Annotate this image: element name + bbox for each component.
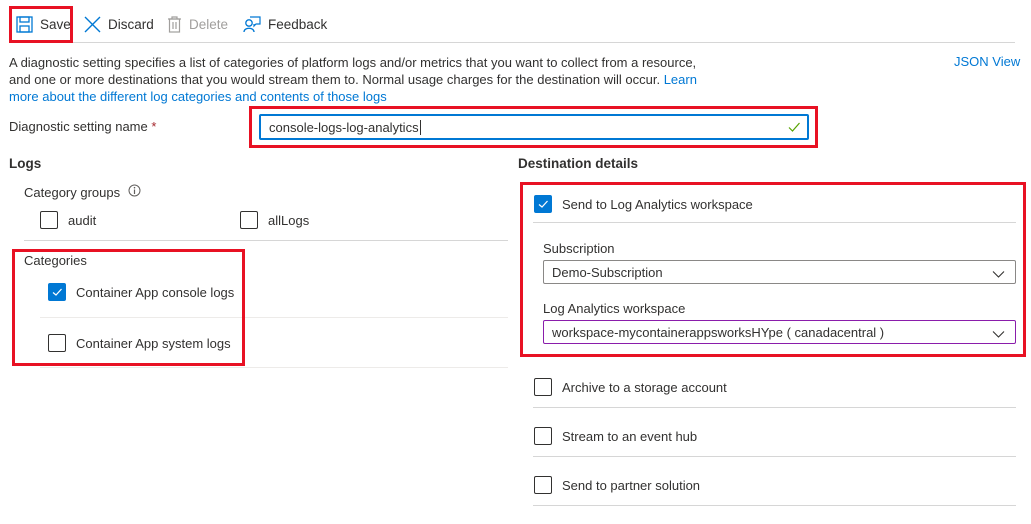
audit-checkbox[interactable] xyxy=(40,211,58,229)
save-button[interactable]: Save xyxy=(16,12,71,36)
required-marker: * xyxy=(151,119,157,134)
event-hub-divider xyxy=(533,456,1016,457)
category-system-logs[interactable]: Container App system logs xyxy=(48,334,231,352)
discard-button[interactable]: Discard xyxy=(84,12,154,36)
stream-event-hub[interactable]: Stream to an event hub xyxy=(534,427,697,445)
workspace-value: workspace-mycontainerappsworksHYpe ( can… xyxy=(552,324,885,340)
category-group-audit[interactable]: audit xyxy=(40,211,96,229)
event-hub-checkbox[interactable] xyxy=(534,427,552,445)
info-icon[interactable] xyxy=(128,184,141,200)
category-console-logs[interactable]: Container App console logs xyxy=(48,283,234,301)
logs-heading: Logs xyxy=(9,156,42,171)
category-groups-label: Category groups xyxy=(24,184,141,200)
send-partner-solution[interactable]: Send to partner solution xyxy=(534,476,700,494)
setting-name-label: Diagnostic setting name * xyxy=(9,119,156,134)
audit-label: audit xyxy=(68,212,97,228)
console-logs-checkbox[interactable] xyxy=(48,283,66,301)
checkmark-icon xyxy=(52,288,62,296)
workspace-label: Log Analytics workspace xyxy=(543,301,686,316)
text-caret xyxy=(419,119,421,135)
alllogs-label: allLogs xyxy=(268,212,310,228)
archive-storage-label: Archive to a storage account xyxy=(562,379,727,395)
category-divider-bottom xyxy=(40,367,508,368)
log-analytics-label: Send to Log Analytics workspace xyxy=(562,196,753,212)
feedback-label: Feedback xyxy=(268,16,328,32)
archive-storage[interactable]: Archive to a storage account xyxy=(534,378,727,396)
checkmark-icon xyxy=(538,200,548,208)
subscription-dropdown[interactable]: Demo-Subscription xyxy=(543,260,1016,284)
send-log-analytics[interactable]: Send to Log Analytics workspace xyxy=(534,195,753,213)
logs-divider xyxy=(24,240,508,241)
description-text: A diagnostic setting specifies a list of… xyxy=(9,55,697,87)
partner-solution-checkbox[interactable] xyxy=(534,476,552,494)
archive-storage-checkbox[interactable] xyxy=(534,378,552,396)
console-logs-label: Container App console logs xyxy=(76,284,235,300)
log-analytics-checkbox[interactable] xyxy=(534,195,552,213)
chevron-down-icon xyxy=(992,327,1005,342)
feedback-icon xyxy=(243,15,261,33)
setting-name-input[interactable]: console-logs-log-analytics xyxy=(259,114,809,140)
partner-divider xyxy=(533,505,1016,506)
save-label: Save xyxy=(40,16,71,32)
system-logs-checkbox[interactable] xyxy=(48,334,66,352)
toolbar-divider xyxy=(37,42,1015,43)
save-icon xyxy=(16,15,33,33)
close-icon xyxy=(84,16,101,33)
category-divider xyxy=(40,317,508,318)
category-group-alllogs[interactable]: allLogs xyxy=(240,211,309,229)
workspace-dropdown[interactable]: workspace-mycontainerappsworksHYpe ( can… xyxy=(543,320,1016,344)
archive-divider xyxy=(533,407,1016,408)
categories-label: Categories xyxy=(24,253,87,268)
log-analytics-divider xyxy=(533,222,1016,223)
chevron-down-icon xyxy=(992,267,1005,282)
subscription-label: Subscription xyxy=(543,241,615,256)
subscription-value: Demo-Subscription xyxy=(552,264,663,280)
partner-solution-label: Send to partner solution xyxy=(562,477,701,493)
alllogs-checkbox[interactable] xyxy=(240,211,258,229)
command-bar: Save Discard Delete Feedback xyxy=(0,0,1031,44)
destination-heading: Destination details xyxy=(518,156,639,171)
delete-button[interactable]: Delete xyxy=(167,12,228,36)
category-groups-text: Category groups xyxy=(24,184,121,200)
trash-icon xyxy=(167,15,182,33)
setting-name-value: console-logs-log-analytics xyxy=(269,119,419,135)
setting-name-label-text: Diagnostic setting name xyxy=(9,119,148,134)
event-hub-label: Stream to an event hub xyxy=(562,428,698,444)
description: A diagnostic setting specifies a list of… xyxy=(9,54,714,105)
feedback-button[interactable]: Feedback xyxy=(243,12,327,36)
delete-label: Delete xyxy=(189,16,229,32)
valid-check-icon xyxy=(787,120,801,137)
system-logs-label: Container App system logs xyxy=(76,335,231,351)
json-view-link[interactable]: JSON View xyxy=(954,54,1020,69)
discard-label: Discard xyxy=(108,16,154,32)
